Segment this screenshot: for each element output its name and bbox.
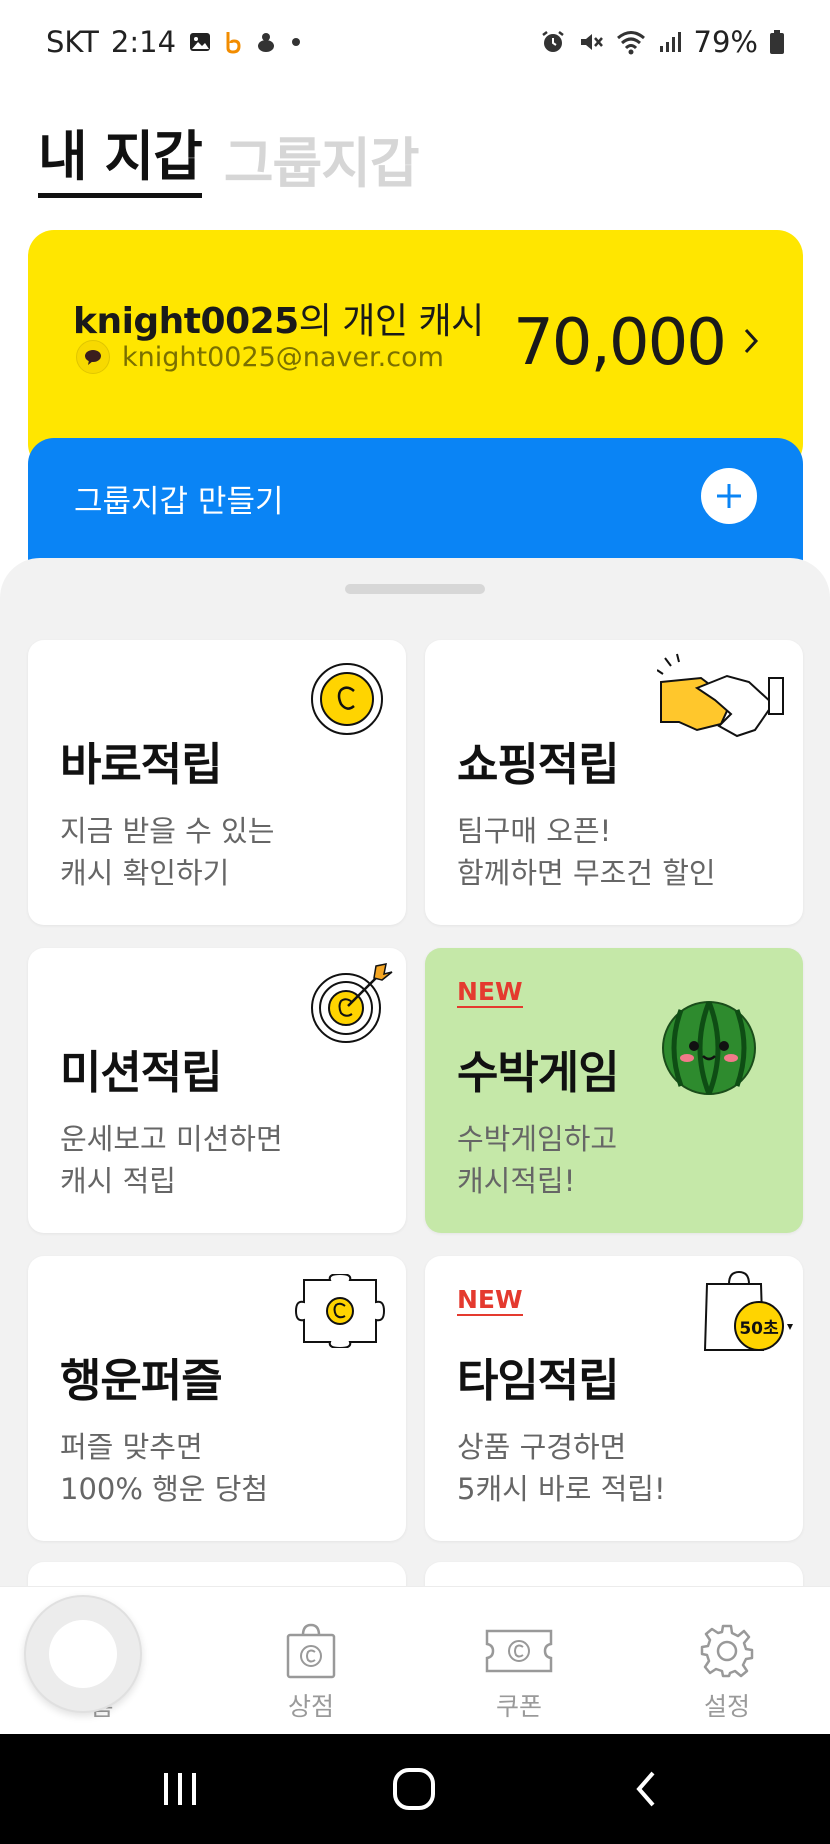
handshake-icon bbox=[656, 652, 785, 756]
card-lucky-puzzle[interactable]: 행운퍼즐 퍼즐 맞추면 100% 행운 당첨 bbox=[28, 1256, 406, 1541]
duck-icon bbox=[254, 30, 278, 54]
recents-icon[interactable] bbox=[150, 1764, 210, 1814]
card-desc-line: 캐시 확인하기 bbox=[60, 856, 230, 890]
card-desc-line: 100% 행운 당첨 bbox=[60, 1472, 269, 1506]
card-desc: 지금 받을 수 있는 캐시 확인하기 bbox=[60, 810, 274, 894]
card-time-earn[interactable]: NEW 50초 타임적립 상품 구경하면 5캐시 바로 적립! bbox=[425, 1256, 803, 1541]
wallet-tabs: 내 지갑 그룹지갑 bbox=[38, 112, 420, 198]
personal-cash-card[interactable]: knight0025의 개인 캐시 knight0025@naver.com 7… bbox=[28, 230, 803, 470]
card-desc-line: 캐시적립! bbox=[457, 1164, 576, 1198]
cash-card-title: knight0025의 개인 캐시 bbox=[73, 292, 484, 344]
cash-card-username: knight0025 bbox=[73, 301, 299, 342]
tab-my-wallet[interactable]: 내 지갑 bbox=[38, 112, 203, 198]
create-group-wallet-label: 그룹지갑 만들기 bbox=[74, 484, 284, 520]
card-title: 미션적립 bbox=[60, 1046, 223, 1099]
cash-card-account: knight0025@naver.com bbox=[76, 340, 444, 374]
carrier-label: SKT bbox=[46, 25, 99, 59]
card-title: 바로적립 bbox=[60, 738, 223, 791]
card-desc-line: 지금 받을 수 있는 bbox=[60, 814, 275, 848]
clock: 2:14 bbox=[110, 25, 177, 59]
card-desc-line: 수박게임하고 bbox=[457, 1122, 618, 1156]
talk-bubble-icon bbox=[76, 340, 110, 374]
card-partial[interactable] bbox=[425, 1562, 803, 1588]
nav-label: 상점 bbox=[287, 1692, 334, 1721]
status-bar-right: 79% bbox=[540, 25, 784, 59]
card-desc: 상품 구경하면 5캐시 바로 적립! bbox=[457, 1426, 666, 1510]
card-partial[interactable] bbox=[28, 1562, 406, 1588]
watermelon-icon bbox=[661, 1000, 757, 1100]
card-desc-line: 퍼즐 맞추면 bbox=[60, 1430, 203, 1464]
card-watermelon-game[interactable]: NEW 수박게임 수박게임하고 캐시적립! bbox=[425, 948, 803, 1233]
home-circle-icon[interactable] bbox=[384, 1764, 444, 1814]
menu-sheet: 바로적립 지금 받을 수 있는 캐시 확인하기 쇼핑적립 팀구매 오픈! 함께하… bbox=[0, 558, 830, 1588]
wifi-icon bbox=[616, 29, 646, 55]
home-fab-inner bbox=[49, 1620, 117, 1688]
bottom-navigation: 홈 상점 쿠폰 설정 bbox=[0, 1586, 830, 1734]
shopping-bag-timer-icon: 50초 bbox=[703, 1270, 795, 1354]
cash-card-title-suffix: 의 개인 캐시 bbox=[298, 301, 485, 342]
status-bar: SKT 2:14 79% bbox=[0, 0, 830, 84]
card-desc: 퍼즐 맞추면 100% 행운 당첨 bbox=[60, 1426, 268, 1510]
home-fab-button[interactable] bbox=[24, 1595, 142, 1713]
coupon-icon bbox=[484, 1621, 554, 1681]
card-desc: 운세보고 미션하면 캐시 적립 bbox=[60, 1118, 283, 1202]
card-title: 쇼핑적립 bbox=[457, 738, 620, 791]
card-desc-line: 함께하면 무조건 할인 bbox=[457, 856, 716, 890]
b-app-icon bbox=[224, 30, 242, 54]
card-desc-line: 캐시 적립 bbox=[60, 1164, 176, 1198]
next-row-cards bbox=[28, 1562, 803, 1588]
nav-label: 설정 bbox=[703, 1692, 750, 1721]
sheet-handle[interactable] bbox=[345, 584, 485, 594]
cash-amount: 70,000 bbox=[513, 306, 727, 380]
chevron-right-icon bbox=[743, 326, 759, 360]
card-desc-line: 상품 구경하면 bbox=[457, 1430, 627, 1464]
card-desc-line: 운세보고 미션하면 bbox=[60, 1122, 283, 1156]
cash-card-email: knight0025@naver.com bbox=[122, 341, 444, 373]
system-navigation-bar bbox=[0, 1734, 830, 1844]
new-badge: NEW bbox=[457, 977, 523, 1008]
nav-label: 쿠폰 bbox=[495, 1692, 542, 1721]
nav-store[interactable]: 상점 bbox=[251, 1587, 371, 1735]
new-badge: NEW bbox=[457, 1285, 523, 1316]
timer-label: 50초 bbox=[739, 1319, 779, 1339]
status-bar-left: SKT 2:14 bbox=[46, 25, 302, 59]
nav-coupon[interactable]: 쿠폰 bbox=[459, 1587, 579, 1735]
gear-icon bbox=[699, 1621, 755, 1681]
card-title: 행운퍼즐 bbox=[60, 1354, 223, 1407]
card-title: 타임적립 bbox=[457, 1354, 620, 1407]
alarm-icon bbox=[540, 29, 566, 55]
store-bag-icon bbox=[285, 1621, 337, 1681]
mute-icon bbox=[578, 29, 604, 55]
card-mission-earn[interactable]: 미션적립 운세보고 미션하면 캐시 적립 bbox=[28, 948, 406, 1233]
tab-group-wallet[interactable]: 그룹지갑 bbox=[224, 119, 420, 198]
card-title: 수박게임 bbox=[457, 1046, 620, 1099]
menu-grid: 바로적립 지금 받을 수 있는 캐시 확인하기 쇼핑적립 팀구매 오픈! 함께하… bbox=[28, 640, 803, 1541]
signal-icon bbox=[658, 30, 682, 54]
battery-icon bbox=[770, 30, 784, 54]
card-instant-earn[interactable]: 바로적립 지금 받을 수 있는 캐시 확인하기 bbox=[28, 640, 406, 925]
coin-icon bbox=[310, 662, 384, 740]
gallery-icon bbox=[188, 30, 212, 54]
back-icon[interactable] bbox=[616, 1764, 676, 1814]
card-desc-line: 팀구매 오픈! bbox=[457, 814, 612, 848]
nav-settings[interactable]: 설정 bbox=[667, 1587, 787, 1735]
dot-icon bbox=[290, 36, 302, 48]
puzzle-icon bbox=[294, 1272, 386, 1352]
target-icon bbox=[310, 962, 394, 1050]
plus-icon[interactable] bbox=[701, 468, 757, 524]
card-desc: 팀구매 오픈! 함께하면 무조건 할인 bbox=[457, 810, 716, 894]
card-desc: 수박게임하고 캐시적립! bbox=[457, 1118, 617, 1202]
card-shopping-earn[interactable]: 쇼핑적립 팀구매 오픈! 함께하면 무조건 할인 bbox=[425, 640, 803, 925]
battery-percent: 79% bbox=[693, 25, 758, 59]
card-desc-line: 5캐시 바로 적립! bbox=[457, 1472, 666, 1506]
